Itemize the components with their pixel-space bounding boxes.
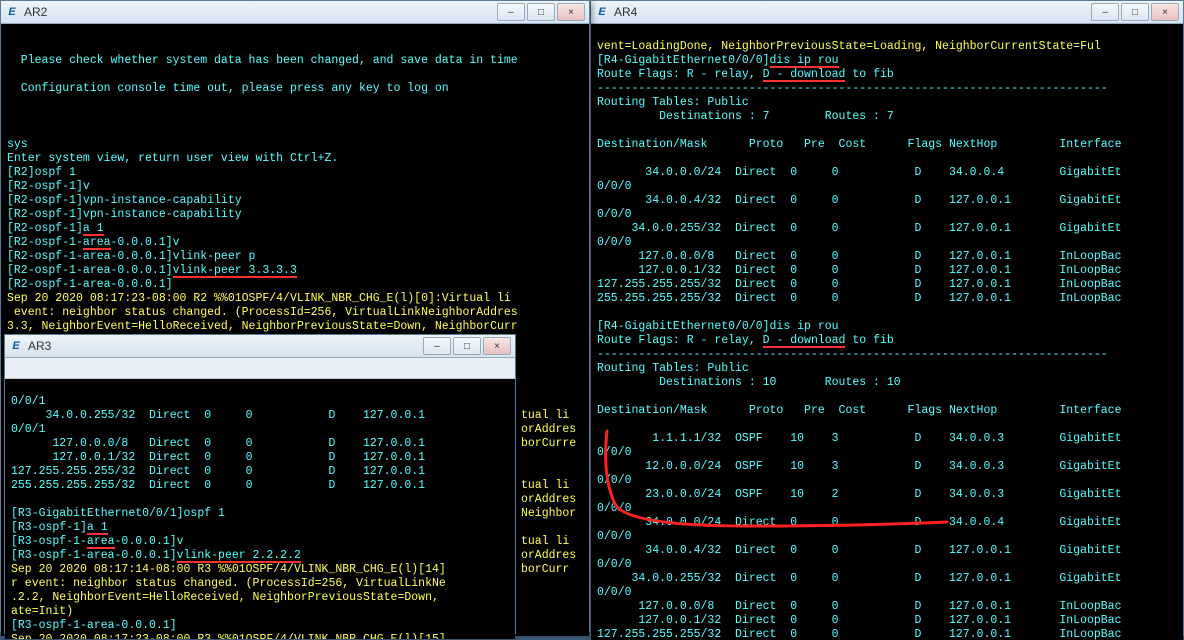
title-ar2: AR2	[24, 5, 497, 19]
terminal-ar4[interactable]: vent=LoadingDone, NeighborPreviousState=…	[591, 24, 1183, 640]
window-ar4[interactable]: E AR4 – □ × vent=LoadingDone, NeighborPr…	[590, 0, 1184, 636]
maximize-button[interactable]: □	[453, 337, 481, 355]
minimize-button[interactable]: –	[1091, 3, 1119, 21]
titlebar-ar4[interactable]: E AR4 – □ ×	[591, 1, 1183, 24]
window-ar3[interactable]: E AR3 – □ × 0/0/1 34.0.0.255/32 Direct 0…	[4, 334, 516, 634]
ar2-output: Please check whether system data has bee…	[7, 54, 518, 221]
close-button[interactable]: ×	[1151, 3, 1179, 21]
ar3-route-rows: 0/0/1 34.0.0.255/32 Direct 0 0 D 127.0.0…	[11, 395, 425, 492]
title-ar3: AR3	[28, 339, 423, 353]
title-ar4: AR4	[614, 5, 1091, 19]
route-table-2: 1.1.1.1/32 OSPF 10 3 D 34.0.0.3 GigabitE…	[597, 432, 1122, 640]
app-icon: E	[595, 5, 609, 19]
app-icon: E	[5, 5, 19, 19]
close-button[interactable]: ×	[557, 3, 585, 21]
app-icon: E	[9, 339, 23, 353]
maximize-button[interactable]: □	[1121, 3, 1149, 21]
menubar-ar3[interactable]	[5, 358, 515, 379]
minimize-button[interactable]: –	[497, 3, 525, 21]
ar2-hidden-right: tual li orAddres borCurre tual li orAddr…	[521, 381, 576, 577]
table-header: Destination/Mask Proto Pre Cost Flags Ne…	[597, 404, 1122, 417]
titlebar-ar3[interactable]: E AR3 – □ ×	[5, 335, 515, 358]
titlebar-ar2[interactable]: E AR2 – □ ×	[1, 1, 589, 24]
table-header: Destination/Mask Proto Pre Cost Flags Ne…	[597, 138, 1122, 151]
minimize-button[interactable]: –	[423, 337, 451, 355]
maximize-button[interactable]: □	[527, 3, 555, 21]
route-table-1: 34.0.0.0/24 Direct 0 0 D 34.0.0.4 Gigabi…	[597, 166, 1122, 305]
terminal-ar3[interactable]: 0/0/1 34.0.0.255/32 Direct 0 0 D 127.0.0…	[5, 379, 515, 639]
close-button[interactable]: ×	[483, 337, 511, 355]
